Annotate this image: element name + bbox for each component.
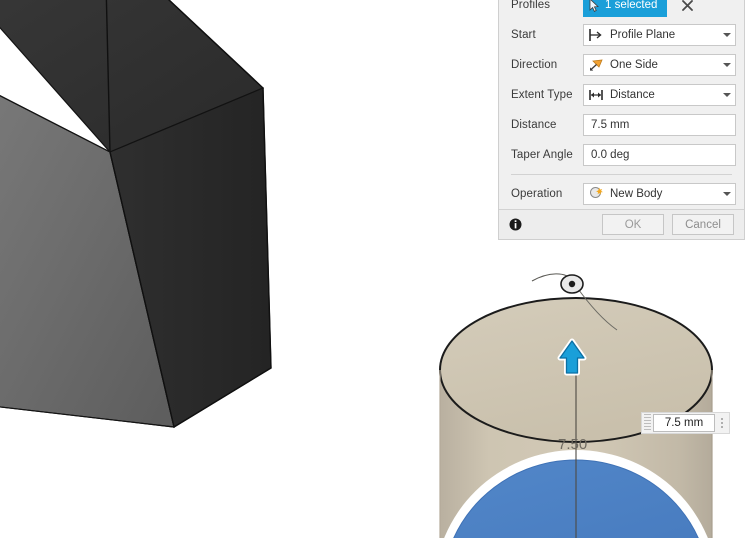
extrude-dialog[interactable]: Profiles 1 selected Start Profile Plane — [498, 0, 745, 240]
cancel-button[interactable]: Cancel — [672, 214, 734, 235]
section-divider — [511, 174, 732, 175]
profile-plane-icon — [586, 25, 606, 45]
profiles-selection-chip[interactable]: 1 selected — [583, 0, 668, 17]
more-options-icon[interactable] — [715, 414, 729, 432]
chevron-down-icon[interactable] — [719, 33, 735, 37]
label-distance: Distance — [511, 119, 557, 131]
operation-value: New Body — [610, 188, 663, 200]
new-body-icon — [586, 184, 606, 204]
label-operation: Operation — [511, 188, 563, 200]
distance-value: 7.5 mm — [591, 119, 630, 131]
distance-input[interactable]: 7.5 mm — [583, 114, 736, 136]
cursor-arrow-icon — [589, 0, 600, 12]
distance-arrows-icon — [586, 85, 606, 105]
chevron-down-icon[interactable] — [719, 192, 735, 196]
taper-angle-input[interactable]: 0.0 deg — [583, 144, 736, 166]
label-extent-type: Extent Type — [511, 89, 573, 101]
operation-dropdown[interactable]: New Body — [583, 183, 736, 205]
ok-button[interactable]: OK — [602, 214, 664, 235]
drag-grip-icon[interactable] — [644, 414, 651, 432]
row-taper-angle[interactable]: Taper Angle 0.0 deg — [499, 140, 744, 170]
extrude-dialog-body: Profiles 1 selected Start Profile Plane — [499, 0, 744, 209]
chevron-down-icon[interactable] — [719, 93, 735, 97]
direction-dropdown[interactable]: One Side — [583, 54, 736, 76]
chevron-down-icon[interactable] — [719, 63, 735, 67]
label-profiles: Profiles — [511, 0, 551, 11]
dimension-value-label: 7.50 — [558, 436, 588, 453]
extent-type-value: Distance — [610, 89, 655, 101]
row-operation[interactable]: Operation New Body — [499, 179, 744, 209]
row-extent-type[interactable]: Extent Type Distance — [499, 80, 744, 110]
row-distance[interactable]: Distance 7.5 mm — [499, 110, 744, 140]
profiles-selection-label: 1 selected — [605, 0, 658, 11]
close-icon[interactable] — [679, 0, 695, 13]
row-direction[interactable]: Direction One Side — [499, 50, 744, 80]
label-direction: Direction — [511, 59, 558, 71]
taper-rotate-handle-icon[interactable] — [560, 274, 584, 294]
direction-value: One Side — [610, 59, 658, 71]
row-profiles[interactable]: Profiles 1 selected — [499, 0, 744, 20]
label-start: Start — [511, 29, 536, 41]
info-icon[interactable] — [509, 218, 522, 231]
canvas-distance-input[interactable]: 7.5 mm — [653, 414, 715, 432]
label-taper-angle: Taper Angle — [511, 149, 573, 161]
box-body[interactable] — [0, 0, 272, 429]
canvas-dimension-input-group[interactable]: 7.5 mm — [641, 412, 730, 434]
cylinder-preview-body[interactable] — [434, 273, 718, 538]
extent-type-dropdown[interactable]: Distance — [583, 84, 736, 106]
taper-angle-value: 0.0 deg — [591, 149, 630, 161]
row-start[interactable]: Start Profile Plane — [499, 20, 744, 50]
one-side-arrow-icon — [586, 55, 606, 75]
start-dropdown[interactable]: Profile Plane — [583, 24, 736, 46]
dialog-footer: OK Cancel — [499, 209, 744, 239]
start-value: Profile Plane — [610, 29, 676, 41]
